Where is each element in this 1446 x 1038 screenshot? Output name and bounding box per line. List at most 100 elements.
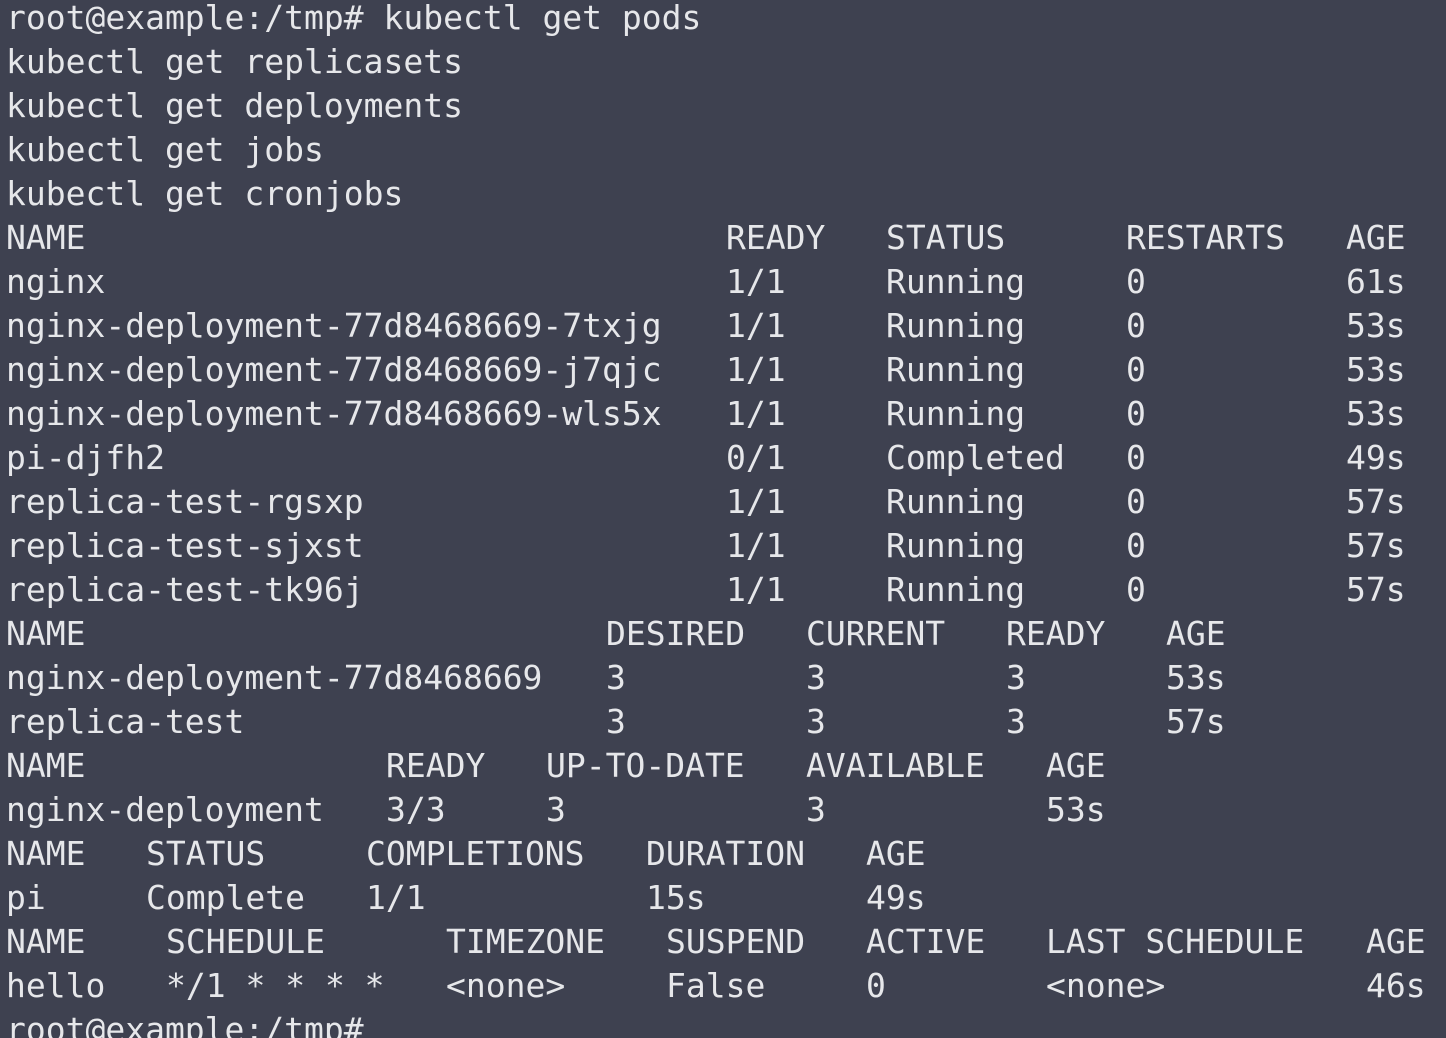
command-text: kubectl get deployments — [6, 86, 463, 125]
replicaset-current: 3 — [806, 702, 826, 741]
pod-ready: 1/1 — [726, 306, 786, 345]
table-row: nginx-deployment-77d8468669 3 3 3 53s — [6, 656, 1446, 700]
table-row: nginx-deployment-77d8468669-7txjg 1/1 Runn… — [6, 304, 1446, 348]
deployment-age: 53s — [1046, 790, 1106, 829]
deployment-available: 3 — [806, 790, 826, 829]
pod-age: 57s — [1346, 570, 1406, 609]
pods-table-header: NAME READY STATUS RESTARTS AGE — [6, 216, 1446, 260]
table-row: replica-test-sjxst 1/1 Running 0 57s — [6, 524, 1446, 568]
replicaset-current: 3 — [806, 658, 826, 697]
pod-status: Running — [886, 570, 1026, 609]
column-header: STATUS — [146, 834, 266, 873]
pod-ready: 1/1 — [726, 570, 786, 609]
replicaset-name: replica-test — [6, 702, 245, 741]
cronjob-suspend: False — [666, 966, 766, 1005]
table-row: pi-djfh2 0/1 Completed 0 49s — [6, 436, 1446, 480]
pod-status: Running — [886, 306, 1026, 345]
terminal-window[interactable]: root@example:/tmp# kubectl get pods kube… — [0, 0, 1446, 1038]
replicaset-age: 53s — [1166, 658, 1226, 697]
table-row: replica-test-tk96j 1/1 Running 0 57s — [6, 568, 1446, 612]
table-row: nginx-deployment 3/3 3 3 53s — [6, 788, 1446, 832]
pod-ready: 1/1 — [726, 350, 786, 389]
column-header: SUSPEND — [666, 922, 806, 961]
pod-ready: 0/1 — [726, 438, 786, 477]
deployment-up-to-date: 3 — [546, 790, 566, 829]
cronjob-last-schedule: <none> — [1046, 966, 1166, 1005]
column-header: STATUS — [886, 218, 1006, 257]
table-row: nginx 1/1 Running 0 61s — [6, 260, 1446, 304]
command-text: kubectl get jobs — [6, 130, 324, 169]
pod-restarts: 0 — [1126, 482, 1146, 521]
job-status: Complete — [146, 878, 305, 917]
shell-prompt: root@example:/tmp# — [6, 0, 384, 37]
pod-status: Running — [886, 526, 1026, 565]
command-line: root@example:/tmp# kubectl get pods — [6, 0, 1446, 40]
pod-name: replica-test-tk96j — [6, 570, 364, 609]
shell-prompt: root@example:/tmp# — [6, 1010, 384, 1038]
column-header: AGE — [1366, 922, 1426, 961]
pod-age: 53s — [1346, 350, 1406, 389]
command-line: kubectl get cronjobs — [6, 172, 1446, 216]
column-header: NAME — [6, 834, 86, 873]
column-header: NAME — [6, 922, 86, 961]
pod-restarts: 0 — [1126, 438, 1146, 477]
command-text: kubectl get cronjobs — [6, 174, 404, 213]
replicaset-ready: 3 — [1006, 658, 1026, 697]
column-header: UP-TO-DATE — [546, 746, 745, 785]
job-name: pi — [6, 878, 46, 917]
pod-restarts: 0 — [1126, 306, 1146, 345]
job-completions: 1/1 — [366, 878, 426, 917]
pod-ready: 1/1 — [726, 262, 786, 301]
column-header: NAME — [6, 614, 86, 653]
pod-age: 49s — [1346, 438, 1406, 477]
pod-status: Running — [886, 482, 1026, 521]
pod-name: pi-djfh2 — [6, 438, 165, 477]
cronjobs-table-header: NAME SCHEDULE TIMEZONE SUSPEND ACTIVE LAST SC… — [6, 920, 1446, 964]
pod-age: 57s — [1346, 482, 1406, 521]
replicaset-desired: 3 — [606, 658, 626, 697]
pod-name: replica-test-sjxst — [6, 526, 364, 565]
replicaset-desired: 3 — [606, 702, 626, 741]
deployment-ready: 3/3 — [386, 790, 446, 829]
pod-status: Running — [886, 350, 1026, 389]
column-header: DESIRED — [606, 614, 746, 653]
deployments-table-header: NAME READY UP-TO-DATE AVAILABLE AGE — [6, 744, 1446, 788]
command-line: kubectl get jobs — [6, 128, 1446, 172]
column-header: CURRENT — [806, 614, 946, 653]
cronjob-active: 0 — [866, 966, 886, 1005]
pod-age: 53s — [1346, 394, 1406, 433]
replicaset-age: 57s — [1166, 702, 1226, 741]
column-header: LAST SCHEDULE — [1046, 922, 1305, 961]
pod-age: 61s — [1346, 262, 1406, 301]
table-row: replica-test 3 3 3 57s — [6, 700, 1446, 744]
command-line: kubectl get replicasets — [6, 40, 1446, 84]
pod-age: 53s — [1346, 306, 1406, 345]
pod-status: Completed — [886, 438, 1065, 477]
column-header: READY — [386, 746, 486, 785]
cronjob-timezone: <none> — [446, 966, 566, 1005]
column-header: NAME — [6, 218, 86, 257]
command-text: kubectl get pods — [383, 0, 702, 37]
prompt-line[interactable]: root@example:/tmp# — [6, 1008, 1446, 1038]
cronjob-age: 46s — [1366, 966, 1426, 1005]
job-age: 49s — [866, 878, 926, 917]
jobs-table-header: NAME STATUS COMPLETIONS DURATION AGE — [6, 832, 1446, 876]
pod-name: nginx-deployment-77d8468669-wls5x — [6, 394, 662, 433]
column-header: TIMEZONE — [446, 922, 605, 961]
column-header: COMPLETIONS — [366, 834, 585, 873]
table-row: hello */1 * * * * <none> False 0 <none> 46s — [6, 964, 1446, 1008]
column-header: AGE — [1346, 218, 1406, 257]
pod-restarts: 0 — [1126, 350, 1146, 389]
pod-status: Running — [886, 394, 1026, 433]
pod-restarts: 0 — [1126, 262, 1146, 301]
deployment-name: nginx-deployment — [6, 790, 324, 829]
pod-restarts: 0 — [1126, 570, 1146, 609]
column-header: NAME — [6, 746, 86, 785]
pod-restarts: 0 — [1126, 394, 1146, 433]
column-header: SCHEDULE — [166, 922, 325, 961]
cronjob-name: hello — [6, 966, 106, 1005]
pod-ready: 1/1 — [726, 526, 786, 565]
pod-age: 57s — [1346, 526, 1406, 565]
table-row: nginx-deployment-77d8468669-j7qjc 1/1 Runn… — [6, 348, 1446, 392]
column-header: ACTIVE — [866, 922, 986, 961]
